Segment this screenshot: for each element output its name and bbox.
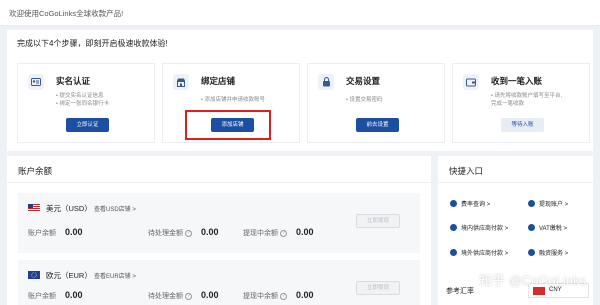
await-deposit-button[interactable]: 等待入账	[501, 118, 544, 132]
step-desc: • 添加店铺并申请收款账号	[201, 97, 265, 103]
step-desc: • 绑定一张同名银行卡	[56, 101, 109, 107]
step-name: 绑定店铺	[201, 76, 236, 86]
balance-title: 账户余额	[18, 166, 53, 176]
quick-withdraw-account[interactable]: 提现账户 >	[528, 199, 568, 208]
stat-label: 账户余额	[28, 230, 56, 237]
stat-label: 提现中余额	[243, 230, 278, 237]
stat-label: 提现中余额	[243, 293, 278, 300]
step-card-transaction-settings: 交易设置 • 设置交易密码 前去设置	[307, 63, 445, 143]
eu-flag-icon	[28, 271, 40, 279]
tax-icon	[528, 224, 535, 231]
account-icon	[528, 200, 535, 207]
withdrawing-balance: 提现中余额? 0.00	[243, 290, 314, 301]
quick-label: 费率查询 >	[461, 202, 491, 208]
help-icon[interactable]: ?	[280, 230, 287, 237]
id-card-icon	[28, 74, 44, 90]
currency-block-eur: 欧元（EUR） 查看EUR店铺 > 立即提现 账户余额 0.00 待处理金额? 0.…	[18, 260, 420, 305]
highlight-box	[185, 110, 271, 140]
quick-header: 快捷入口	[438, 156, 593, 183]
help-icon[interactable]: ?	[185, 230, 192, 237]
withdrawing-balance: 提现中余额? 0.00	[243, 227, 314, 238]
step-name: 交易设置	[346, 76, 381, 86]
pending-amount: 待处理金额? 0.00	[148, 227, 219, 238]
step-name: 收到一笔入账	[491, 76, 543, 86]
help-icon[interactable]: ?	[185, 293, 192, 300]
quick-vat-tax[interactable]: VAT缴税 >	[528, 223, 567, 232]
help-icon[interactable]: ?	[280, 293, 287, 300]
withdraw-usd-button[interactable]: 立即提现	[356, 214, 400, 228]
balance-header: 账户余额	[7, 156, 431, 183]
stat-value: 0.00	[201, 290, 219, 300]
stat-value: 0.00	[65, 227, 83, 237]
step-desc: • 请先将收款账户填写至平台,	[491, 93, 562, 99]
stat-label: 账户余额	[28, 293, 56, 300]
quick-fee-query[interactable]: 费率查询 >	[450, 199, 490, 208]
finance-icon	[528, 249, 535, 256]
steps-title: 完成以下4个步骤，即刻开启极速收款体验!	[17, 39, 168, 48]
step-desc: 完成一笔收款	[491, 101, 525, 107]
stat-value: 0.00	[65, 290, 83, 300]
us-flag-icon	[28, 204, 40, 212]
reference-rate-label: 参考汇率	[446, 288, 474, 295]
store-icon	[173, 74, 189, 90]
withdraw-eur-button[interactable]: 立即提现	[356, 281, 400, 295]
stat-value: 0.00	[201, 227, 219, 237]
stat-label: 待处理金额	[148, 293, 183, 300]
quick-label: 提现账户 >	[539, 202, 569, 208]
view-eur-stores-link[interactable]: 查看EUR店铺 >	[94, 271, 136, 280]
stat-value: 0.00	[296, 227, 314, 237]
quick-label: 境外供应商付款 >	[461, 251, 509, 257]
available-balance: 账户余额 0.00	[28, 227, 83, 238]
verify-now-button[interactable]: 立即认证	[66, 118, 109, 132]
stat-label: 待处理金额	[148, 230, 183, 237]
quick-label: VAT缴税 >	[539, 226, 567, 232]
payment-icon	[450, 224, 457, 231]
step-card-verification: 实名认证 • 提交实名认证信息 • 绑定一张同名银行卡 立即认证	[17, 63, 155, 143]
quick-financing[interactable]: 融资服务 >	[528, 248, 568, 257]
onboarding-steps-panel: 完成以下4个步骤，即刻开启极速收款体验! 实名认证 • 提交实名认证信息 • 绑…	[7, 30, 593, 151]
wallet-icon	[463, 74, 479, 90]
lock-icon	[318, 74, 334, 90]
view-usd-stores-link[interactable]: 查看USD店铺 >	[94, 204, 136, 213]
quick-title: 快捷入口	[449, 166, 484, 176]
welcome-text: 欢迎使用CoGoLinks全球收款产品!	[9, 9, 124, 18]
stat-value: 0.00	[296, 290, 314, 300]
currency-name: 欧元（EUR）	[46, 271, 92, 280]
account-balance-panel: 账户余额 美元（USD） 查看USD店铺 > 立即提现 账户余额 0.00 待处理…	[7, 156, 431, 305]
currency-block-usd: 美元（USD） 查看USD店铺 > 立即提现 账户余额 0.00 待处理金额? 0.…	[18, 193, 420, 253]
pending-amount: 待处理金额? 0.00	[148, 290, 219, 301]
quick-overseas-payment[interactable]: 境外供应商付款 >	[450, 248, 508, 257]
payment-icon	[450, 249, 457, 256]
step-desc: • 设置交易密码	[346, 97, 383, 103]
go-settings-button[interactable]: 前去设置	[356, 118, 399, 132]
quick-label: 境内供应商付款 >	[461, 226, 509, 232]
watermark: 知乎 @CoGoLinks	[479, 273, 587, 288]
available-balance: 账户余额 0.00	[28, 290, 83, 301]
step-card-first-deposit: 收到一笔入账 • 请先将收款账户填写至平台, 完成一笔收款 等待入账	[452, 63, 590, 143]
rate-icon	[450, 200, 457, 207]
step-name: 实名认证	[56, 76, 91, 86]
welcome-bar: 欢迎使用CoGoLinks全球收款产品!	[0, 0, 600, 26]
step-desc: • 提交实名认证信息	[56, 93, 104, 99]
quick-domestic-payment[interactable]: 境内供应商付款 >	[450, 223, 508, 232]
quick-label: 融资服务 >	[539, 251, 569, 257]
currency-name: 美元（USD）	[46, 204, 92, 213]
